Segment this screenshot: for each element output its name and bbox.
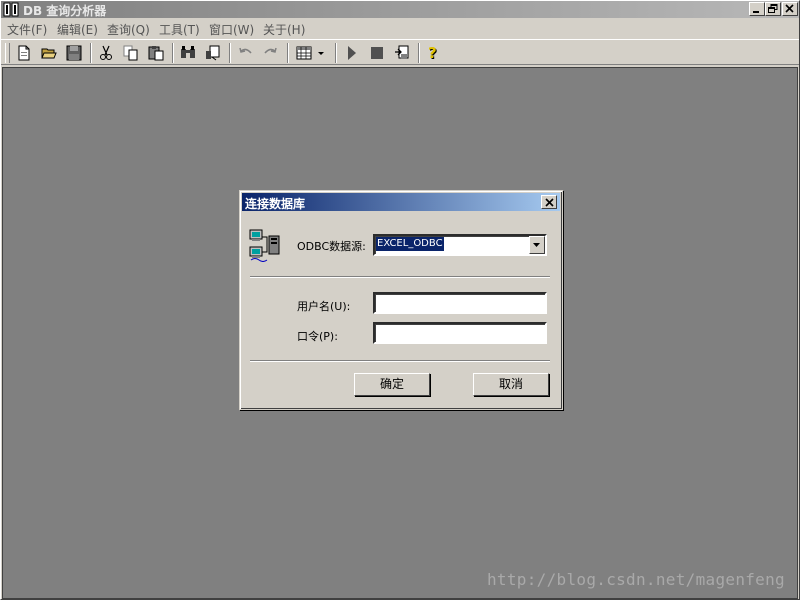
menu-bar: 文件(F) 编辑(E) 查询(Q) 工具(T) 窗口(W) 关于(H) [1,19,799,38]
menu-about[interactable]: 关于(H) [263,21,305,38]
help-icon: ?? [428,45,438,61]
odbc-source-select[interactable]: EXCEL_ODBC [373,234,547,256]
help-button[interactable]: ?? [423,43,445,63]
odbc-dropdown-button[interactable] [529,236,545,254]
connect-database-dialog: 连接数据库 ODBC数据源: EXCEL_ODBC 用户名(U): 口令(P):… [239,190,563,410]
replace-icon [206,45,220,61]
toolbar-separator [172,43,174,63]
minimize-button[interactable] [749,2,765,16]
export-icon [395,45,409,59]
cut-icon [100,45,112,60]
paste-button[interactable] [145,43,167,63]
menu-edit[interactable]: 编辑(E) [57,21,98,38]
title-bar[interactable]: DB 查询分析器 [1,1,799,18]
dialog-title: 连接数据库 [245,197,306,211]
dialog-close-button[interactable] [541,195,557,209]
username-label: 用户名(U): [297,300,351,313]
divider [250,276,550,278]
app-icon[interactable] [3,2,19,17]
restore-icon [768,4,778,13]
restore-button[interactable] [765,2,781,16]
watermark-text: http://blog.csdn.net/magenfeng [487,570,785,589]
minimize-icon [753,11,759,13]
dropdown-arrow-icon [318,52,324,55]
new-file-button[interactable] [13,43,35,63]
copy-icon [123,45,138,61]
close-icon [545,198,554,207]
toolbar: ?? [1,39,799,65]
database-connection-icon [249,228,283,265]
odbc-source-label: ODBC数据源: [297,240,366,253]
cancel-button[interactable]: 取消 [473,373,549,396]
menu-query[interactable]: 查询(Q) [107,21,150,38]
undo-button[interactable] [235,43,257,63]
find-icon [181,46,195,58]
cut-button[interactable] [95,43,117,63]
password-label: 口令(P): [297,330,338,343]
export-button[interactable] [391,43,413,63]
toolbar-separator [418,43,420,63]
grid-icon [296,46,312,60]
open-button[interactable] [38,43,60,63]
save-icon [66,45,82,61]
main-window: DB 查询分析器 文件(F) 编辑(E) 查询(Q) 工具(T) 窗口(W) 关… [0,0,800,600]
redo-button[interactable] [259,43,281,63]
username-input[interactable] [373,292,547,314]
window-title: DB 查询分析器 [23,4,107,18]
chevron-down-icon [533,243,540,247]
undo-icon [239,47,252,54]
copy-button[interactable] [120,43,142,63]
toolbar-separator [90,43,92,63]
divider [250,360,550,362]
replace-button[interactable] [202,43,224,63]
paste-icon [148,46,164,61]
toolbar-grip[interactable] [5,43,10,63]
new-file-icon [18,45,30,61]
save-button[interactable] [63,43,85,63]
open-folder-icon [41,48,57,59]
password-input[interactable] [373,322,547,344]
stop-button[interactable] [366,43,388,63]
run-icon [348,46,356,60]
stop-icon [371,47,383,59]
odbc-source-value: EXCEL_ODBC [376,237,444,251]
menu-file[interactable]: 文件(F) [7,21,47,38]
ok-button[interactable]: 确定 [354,373,430,396]
run-button[interactable] [341,43,363,63]
redo-icon [264,47,277,54]
close-button[interactable] [782,2,798,16]
grid-dropdown-button[interactable] [314,43,328,63]
menu-window[interactable]: 窗口(W) [209,21,254,38]
find-button[interactable] [177,43,199,63]
results-grid-button[interactable] [293,43,315,63]
svg-text:?: ? [428,45,437,61]
toolbar-separator [335,43,337,63]
menu-tools[interactable]: 工具(T) [159,21,200,38]
close-icon [785,4,794,13]
dialog-title-bar[interactable]: 连接数据库 [242,193,560,211]
toolbar-separator [287,43,289,63]
toolbar-separator [229,43,231,63]
